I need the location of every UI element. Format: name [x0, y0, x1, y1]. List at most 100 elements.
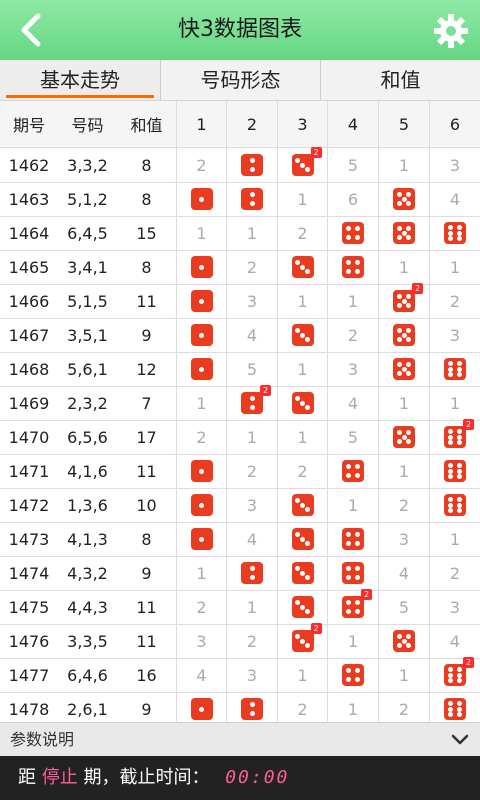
hit-cell	[176, 352, 226, 386]
dice-pip	[396, 439, 402, 445]
miss-count-cell: 1	[176, 386, 226, 420]
dice-pip	[304, 405, 310, 411]
miss-count-cell: 3	[378, 522, 429, 556]
miss-count-cell: 3	[226, 658, 277, 692]
dice-pip	[406, 293, 412, 299]
dice-pip	[304, 269, 310, 275]
repeat-count-badge: 2	[463, 419, 474, 430]
hit-cell: 2	[277, 147, 327, 182]
dice-pip	[448, 360, 454, 366]
hit-cell	[226, 556, 277, 590]
miss-count-cell: 1	[327, 284, 378, 318]
sum-cell: 12	[136, 359, 157, 379]
dice-pip	[448, 468, 454, 474]
dice-pip	[300, 264, 305, 270]
dice-pip	[345, 541, 351, 547]
sum-cell: 7	[141, 393, 152, 413]
dice-pip	[448, 224, 454, 230]
miss-count-cell: 1	[429, 386, 480, 420]
issue-cell: 1471	[8, 461, 50, 481]
miss-count-cell: 1	[378, 386, 429, 420]
dice-2-icon	[241, 154, 263, 176]
miss-count-cell: 1	[378, 250, 429, 284]
dice-pip	[396, 327, 402, 333]
dice-pip	[396, 337, 402, 343]
param-strip[interactable]: 参数说明	[0, 722, 480, 757]
numbers-cell: 2,6,1	[67, 699, 108, 719]
stop-label: 停止	[41, 767, 78, 788]
table-row: 1475 4,4,3 11 2 1 2 5 3	[0, 589, 480, 625]
dice-pip	[300, 638, 305, 644]
dice-pip	[396, 235, 402, 241]
dice-5-icon	[393, 358, 415, 380]
dice-pip	[396, 303, 402, 309]
table-row: 1472 1,3,6 10 3 1 2	[0, 488, 480, 523]
numbers-cell: 3,5,1	[67, 325, 108, 345]
dice-pip	[448, 496, 454, 502]
dice-pip	[249, 575, 255, 581]
sum-cell: 11	[136, 291, 157, 311]
hit-cell	[327, 556, 378, 590]
dice-pip	[456, 502, 462, 508]
dice-pip	[295, 157, 301, 163]
numbers-cell: 2,3,2	[67, 393, 108, 413]
dice-pip	[448, 666, 454, 672]
dice-pip	[300, 400, 305, 406]
countdown-prefix: 距	[18, 767, 36, 788]
hit-cell	[277, 250, 327, 284]
dice-pip	[295, 565, 301, 571]
sum-cell: 8	[141, 529, 152, 549]
hit-cell	[429, 352, 480, 386]
dice-pip	[448, 474, 454, 480]
countdown-bar: 距 停止 期，截止时间： 00:00	[0, 756, 480, 800]
dice-pip	[295, 497, 301, 503]
miss-count-cell: 3	[176, 624, 226, 658]
miss-count-cell: 1	[277, 284, 327, 318]
dice-pip	[304, 643, 310, 649]
hit-cell	[277, 556, 327, 590]
dice-pip	[448, 678, 454, 684]
numbers-cell: 6,4,6	[67, 665, 108, 685]
issue-cell: 1469	[8, 393, 50, 413]
miss-count-cell: 1	[378, 148, 429, 182]
dice-pip	[355, 575, 361, 581]
page-title: 快3数据图表	[178, 17, 302, 42]
miss-count-cell: 1	[429, 522, 480, 556]
dice-6-icon	[444, 494, 466, 516]
dice-pip	[300, 502, 305, 508]
tab-number-pattern[interactable]: 号码形态	[161, 60, 320, 100]
hit-cell	[378, 182, 429, 216]
dice-pip	[396, 201, 402, 207]
table-row: 1467 3,5,1 9 4 2 3	[0, 318, 480, 353]
chevron-down-icon[interactable]	[450, 730, 470, 750]
table-row: 1464 6,4,5 15 1 1 2	[0, 216, 480, 251]
gear-icon[interactable]	[432, 12, 470, 50]
miss-count-cell: 1	[226, 420, 277, 454]
miss-count-cell: 2	[176, 420, 226, 454]
miss-count-cell: 1	[277, 352, 327, 386]
dice-pip	[396, 429, 402, 435]
miss-count-cell: 2	[176, 148, 226, 182]
dice-pip	[249, 201, 255, 207]
miss-count-cell: 2	[226, 250, 277, 284]
numbers-cell: 5,1,2	[67, 189, 108, 209]
dice-pip	[355, 677, 361, 683]
numbers-cell: 1,3,6	[67, 495, 108, 515]
issue-cell: 1476	[8, 631, 50, 651]
miss-count-cell: 2	[277, 692, 327, 726]
miss-count-cell: 1	[277, 420, 327, 454]
hit-cell	[277, 386, 327, 420]
column-header: 1	[176, 101, 226, 147]
issue-cell: 1464	[8, 223, 50, 243]
dice-5-icon	[393, 630, 415, 652]
dice-5-icon	[393, 426, 415, 448]
dice-3-icon	[291, 494, 314, 516]
dice-6-icon: 2	[444, 657, 474, 686]
hit-cell	[226, 148, 277, 182]
miss-count-cell: 4	[176, 658, 226, 692]
issue-cell: 1477	[8, 665, 50, 685]
tab-sum[interactable]: 和值	[321, 60, 480, 100]
hit-cell	[327, 250, 378, 284]
tab-basic-trend[interactable]: 基本走势	[0, 60, 160, 100]
miss-count-cell: 2	[277, 216, 327, 250]
